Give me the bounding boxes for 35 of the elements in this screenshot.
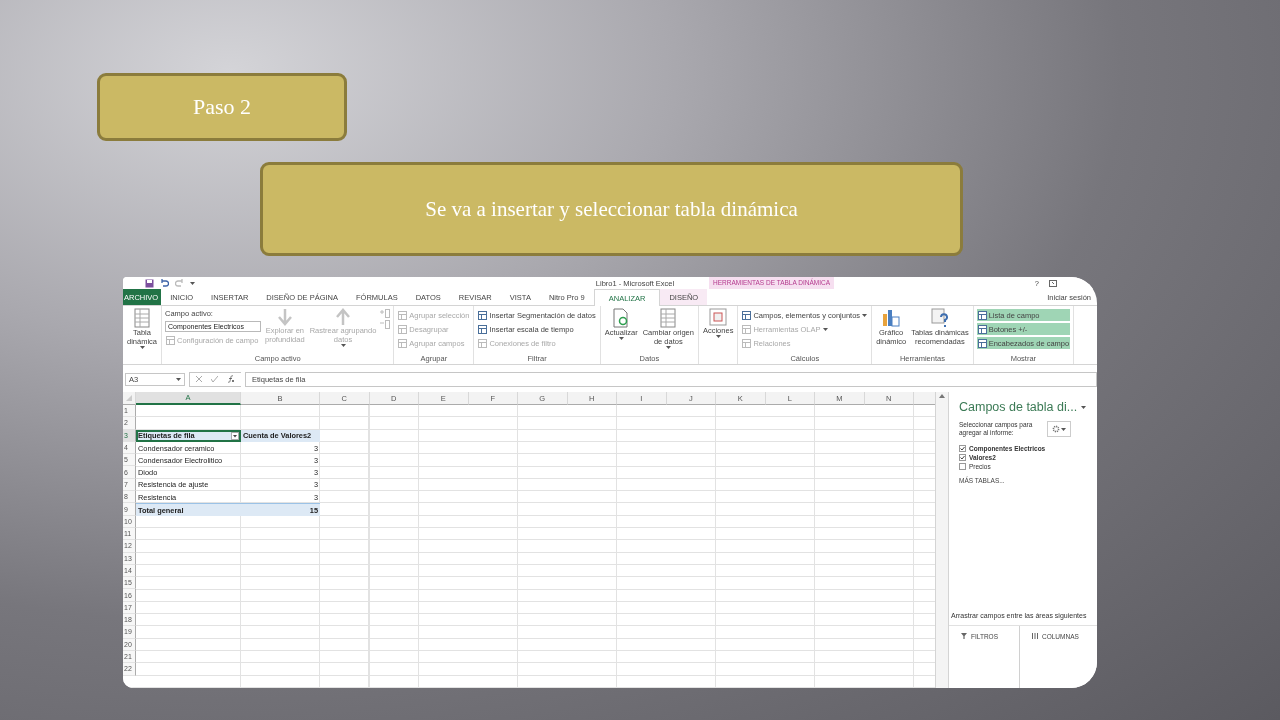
checkbox[interactable] <box>959 445 966 452</box>
step-description: Se va a insertar y seleccionar tabla dinámica <box>260 162 963 256</box>
table-icon <box>742 324 752 334</box>
panel-title: Campos de tabla di... <box>959 400 1078 414</box>
save-icon[interactable] <box>145 278 154 288</box>
caret-icon <box>176 377 181 381</box>
checkbox[interactable] <box>959 454 966 461</box>
check-icon[interactable] <box>211 376 218 382</box>
table-icon <box>398 310 408 320</box>
caret-icon <box>1081 405 1087 409</box>
function-icon[interactable] <box>227 375 235 383</box>
table-icon <box>742 310 752 320</box>
cancel-icon[interactable] <box>196 376 202 382</box>
up-arrow-icon <box>335 308 351 326</box>
columns-icon <box>1032 633 1038 639</box>
down-arrow-icon <box>276 308 293 326</box>
scroll-up-icon[interactable] <box>939 394 945 398</box>
table-icon <box>398 324 408 334</box>
settings-button[interactable] <box>1047 421 1071 437</box>
settings-icon <box>1052 425 1060 433</box>
table-icon <box>478 324 488 334</box>
caret-icon <box>1061 427 1066 431</box>
filter-icon <box>961 633 967 639</box>
table-icon <box>742 338 752 348</box>
triangle-icon <box>126 395 132 401</box>
table-icon <box>478 310 488 320</box>
undo-icon[interactable] <box>160 279 169 287</box>
table-icon <box>478 338 488 348</box>
restore-icon[interactable] <box>1049 279 1057 287</box>
table-icon <box>166 335 175 345</box>
step-title: Paso 2 <box>97 73 347 141</box>
checkbox[interactable] <box>959 463 966 470</box>
customize-caret-icon <box>190 281 195 285</box>
filter-dropdown-icon[interactable] <box>231 431 239 440</box>
table-icon <box>398 338 408 348</box>
